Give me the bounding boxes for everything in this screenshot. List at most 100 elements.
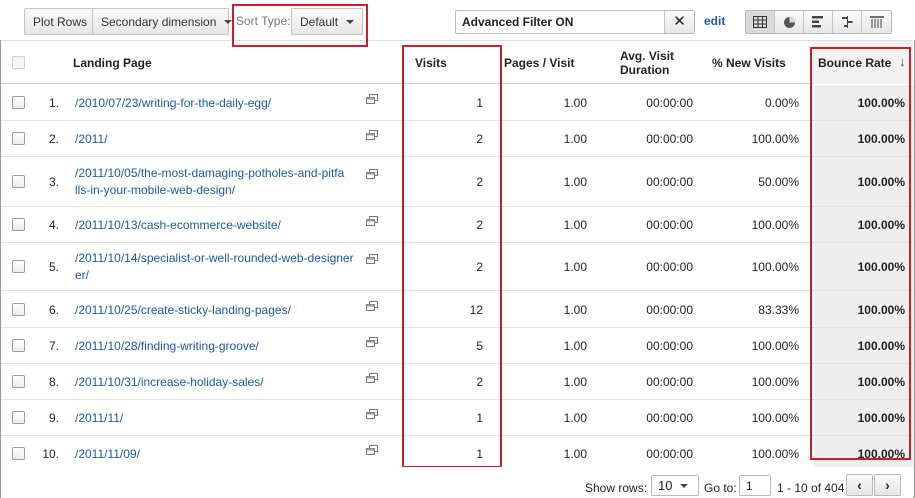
open-page-icon[interactable] — [366, 168, 378, 179]
row-checkbox[interactable] — [12, 218, 25, 231]
landing-page-line1: /2011/ — [75, 132, 108, 146]
landing-page-link[interactable]: /2011/10/13/cash-ecommerce-website/ — [75, 217, 365, 234]
landing-page-line1: /2011/10/25/create-sticky-landing-pages/ — [75, 303, 291, 317]
landing-page-link[interactable]: /2011/10/05/the-most-damaging-potholes-a… — [75, 165, 365, 199]
avg-duration-value: 00:00:00 — [646, 260, 693, 274]
row-checkbox[interactable] — [12, 96, 25, 109]
landing-page-link[interactable]: /2011/10/25/create-sticky-landing-pages/ — [75, 302, 365, 319]
landing-page-line2: er/ — [75, 268, 90, 282]
comparison-view-icon[interactable] — [833, 11, 862, 33]
pages-visit-value: 1.00 — [563, 175, 587, 189]
clear-filter-icon[interactable]: ✕ — [664, 11, 694, 33]
landing-page-link[interactable]: /2010/07/23/writing-for-the-daily-egg/ — [75, 95, 365, 112]
select-all-checkbox[interactable] — [12, 56, 25, 69]
row-checkbox[interactable] — [12, 375, 25, 388]
row-index: 2. — [48, 132, 59, 146]
row-index: 7. — [48, 339, 59, 353]
pages-visit-value: 1.00 — [563, 218, 587, 232]
open-page-icon[interactable] — [366, 300, 378, 311]
open-page-icon[interactable] — [366, 253, 378, 264]
open-page-icon[interactable] — [366, 444, 378, 455]
landing-page-link[interactable]: /2011/ — [75, 131, 365, 148]
pages-visit-value: 1.00 — [563, 96, 587, 110]
avg-duration-value: 00:00:00 — [646, 96, 693, 110]
landing-page-line1: /2011/10/05/the-most-damaging-potholes-a… — [75, 166, 345, 180]
bar-view-icon[interactable] — [804, 11, 833, 33]
plot-rows-label: Plot Rows — [33, 14, 88, 29]
goto-input[interactable]: 1 — [739, 475, 771, 496]
pages-visit-value: 1.00 — [563, 132, 587, 146]
new-visits-value: 83.33% — [758, 303, 799, 317]
avg-duration-value: 00:00:00 — [646, 411, 693, 425]
landing-page-line2: lls-in-your-mobile-web-design/ — [75, 183, 236, 197]
view-switcher — [745, 10, 892, 34]
avg-duration-value: 00:00:00 — [646, 447, 693, 461]
new-visits-value: 100.00% — [751, 132, 799, 146]
next-page-button[interactable]: › — [874, 474, 901, 496]
table-view-icon[interactable] — [746, 11, 775, 33]
pages-visit-header[interactable]: Pages / Visit — [504, 56, 574, 70]
new-visits-value: 50.00% — [758, 175, 799, 189]
pages-visit-value: 1.00 — [563, 375, 587, 389]
toolbar: Plot Rows Secondary dimension Sort Type:… — [0, 0, 915, 40]
row-checkbox[interactable] — [12, 447, 25, 460]
landing-page-line1: /2011/10/14/specialist-or-well-rounded-w… — [75, 251, 354, 265]
landing-page-link[interactable]: /2011/10/14/specialist-or-well-rounded-w… — [75, 250, 365, 284]
plot-rows-button[interactable]: Plot Rows — [24, 8, 97, 35]
pagination-footer: Show rows: 10 Go to: 1 1 - 10 of 404 ‹ › — [1, 467, 913, 498]
open-page-icon[interactable] — [366, 215, 378, 226]
row-checkbox[interactable] — [12, 132, 25, 145]
open-page-icon[interactable] — [366, 336, 378, 347]
sort-type-highlight — [232, 4, 368, 47]
landing-page-link[interactable]: /2011/11/09/ — [75, 446, 365, 463]
landing-page-header[interactable]: Landing Page — [73, 56, 152, 70]
row-index: 6. — [48, 303, 59, 317]
landing-page-line1: /2011/11/09/ — [75, 447, 140, 461]
secondary-dimension-label: Secondary dimension — [101, 14, 217, 29]
range-text: 1 - 10 of 404 — [777, 481, 845, 495]
show-rows-label: Show rows: — [585, 481, 648, 495]
avg-visit-duration-header[interactable]: Avg. Visit Duration — [620, 49, 674, 77]
row-index: 4. — [48, 218, 59, 232]
landing-page-line1: /2011/11/ — [75, 411, 124, 425]
avg-duration-value: 00:00:00 — [646, 303, 693, 317]
row-checkbox[interactable] — [12, 260, 25, 273]
chevron-down-icon — [680, 484, 688, 488]
previous-page-button[interactable]: ‹ — [846, 474, 873, 496]
row-checkbox[interactable] — [12, 339, 25, 352]
open-page-icon[interactable] — [366, 93, 378, 104]
secondary-dimension-dropdown[interactable]: Secondary dimension — [92, 8, 233, 35]
landing-page-link[interactable]: /2011/10/31/increase-holiday-sales/ — [75, 374, 365, 391]
open-page-icon[interactable] — [366, 408, 378, 419]
new-visits-value: 100.00% — [751, 339, 799, 353]
new-visits-header[interactable]: % New Visits — [712, 56, 786, 70]
row-index: 1. — [48, 96, 59, 110]
row-checkbox[interactable] — [12, 303, 25, 316]
new-visits-value: 100.00% — [751, 411, 799, 425]
goto-label: Go to: — [704, 481, 737, 495]
new-visits-value: 0.00% — [764, 96, 799, 110]
open-page-icon[interactable] — [366, 372, 378, 383]
edit-filter-link[interactable]: edit — [704, 14, 725, 28]
pie-view-icon[interactable] — [775, 11, 804, 33]
pages-visit-value: 1.00 — [563, 260, 587, 274]
landing-page-link[interactable]: /2011/11/ — [75, 410, 365, 427]
visits-column-highlight — [402, 45, 502, 468]
open-page-icon[interactable] — [366, 129, 378, 140]
landing-page-line1: /2011/10/31/increase-holiday-sales/ — [75, 375, 264, 389]
show-rows-value: 10 — [658, 478, 673, 493]
goto-value: 1 — [746, 479, 753, 493]
pages-visit-value: 1.00 — [563, 411, 587, 425]
avg-duration-value: 00:00:00 — [646, 132, 693, 146]
landing-page-line1: /2011/10/28/finding-writing-groove/ — [75, 339, 259, 353]
row-checkbox[interactable] — [12, 175, 25, 188]
advanced-filter-box[interactable]: Advanced Filter ON ✕ — [455, 10, 695, 34]
row-index: 9. — [48, 411, 59, 425]
row-checkbox[interactable] — [12, 411, 25, 424]
row-index: 8. — [48, 375, 59, 389]
show-rows-select[interactable]: 10 — [651, 475, 699, 496]
landing-page-link[interactable]: /2011/10/28/finding-writing-groove/ — [75, 338, 365, 355]
pivot-view-icon[interactable] — [862, 11, 891, 33]
pages-visit-value: 1.00 — [563, 303, 587, 317]
avg-visit-duration-line1: Avg. Visit — [620, 49, 675, 63]
